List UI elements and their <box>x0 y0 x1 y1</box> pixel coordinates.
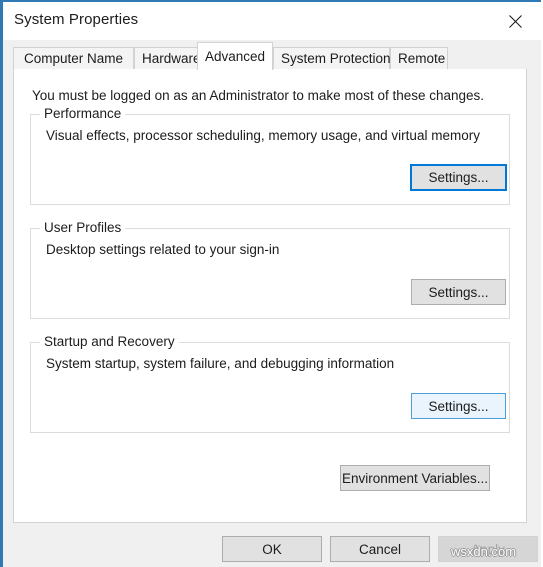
tab-system-protection[interactable]: System Protection <box>273 47 391 70</box>
user-profiles-settings-button[interactable]: Settings... <box>411 279 506 305</box>
window-border-left <box>0 0 3 567</box>
environment-variables-button[interactable]: Environment Variables... <box>340 465 490 491</box>
user-profiles-description: Desktop settings related to your sign-in <box>46 242 280 257</box>
performance-group: Performance Visual effects, processor sc… <box>30 106 510 205</box>
tab-strip: Computer Name Hardware Advanced System P… <box>3 40 541 70</box>
advanced-tab-page: You must be logged on as an Administrato… <box>13 69 527 523</box>
administrator-note: You must be logged on as an Administrato… <box>32 88 485 103</box>
window-title: System Properties <box>14 11 139 28</box>
startup-recovery-group-legend: Startup and Recovery <box>40 334 179 349</box>
dialog-command-strip: OK Cancel Apply <box>3 524 541 567</box>
startup-recovery-description: System startup, system failure, and debu… <box>46 356 395 371</box>
apply-button: Apply <box>438 536 538 562</box>
user-profiles-group-legend: User Profiles <box>40 220 126 235</box>
user-profiles-group: User Profiles Desktop settings related t… <box>30 220 510 319</box>
tab-remote[interactable]: Remote <box>390 47 448 70</box>
tab-computer-name[interactable]: Computer Name <box>13 47 134 70</box>
startup-recovery-settings-button[interactable]: Settings... <box>411 393 506 419</box>
cancel-button[interactable]: Cancel <box>330 536 430 562</box>
tab-advanced[interactable]: Advanced <box>197 42 273 70</box>
performance-settings-button[interactable]: Settings... <box>410 164 507 191</box>
title-bar: System Properties <box>3 2 541 40</box>
close-icon <box>508 14 522 28</box>
close-button[interactable] <box>493 2 537 40</box>
performance-description: Visual effects, processor scheduling, me… <box>46 128 480 143</box>
ok-button[interactable]: OK <box>222 536 322 562</box>
startup-recovery-group: Startup and Recovery System startup, sys… <box>30 334 510 433</box>
performance-group-legend: Performance <box>40 106 126 121</box>
system-properties-window: System Properties Computer Name Hardware… <box>0 0 543 567</box>
